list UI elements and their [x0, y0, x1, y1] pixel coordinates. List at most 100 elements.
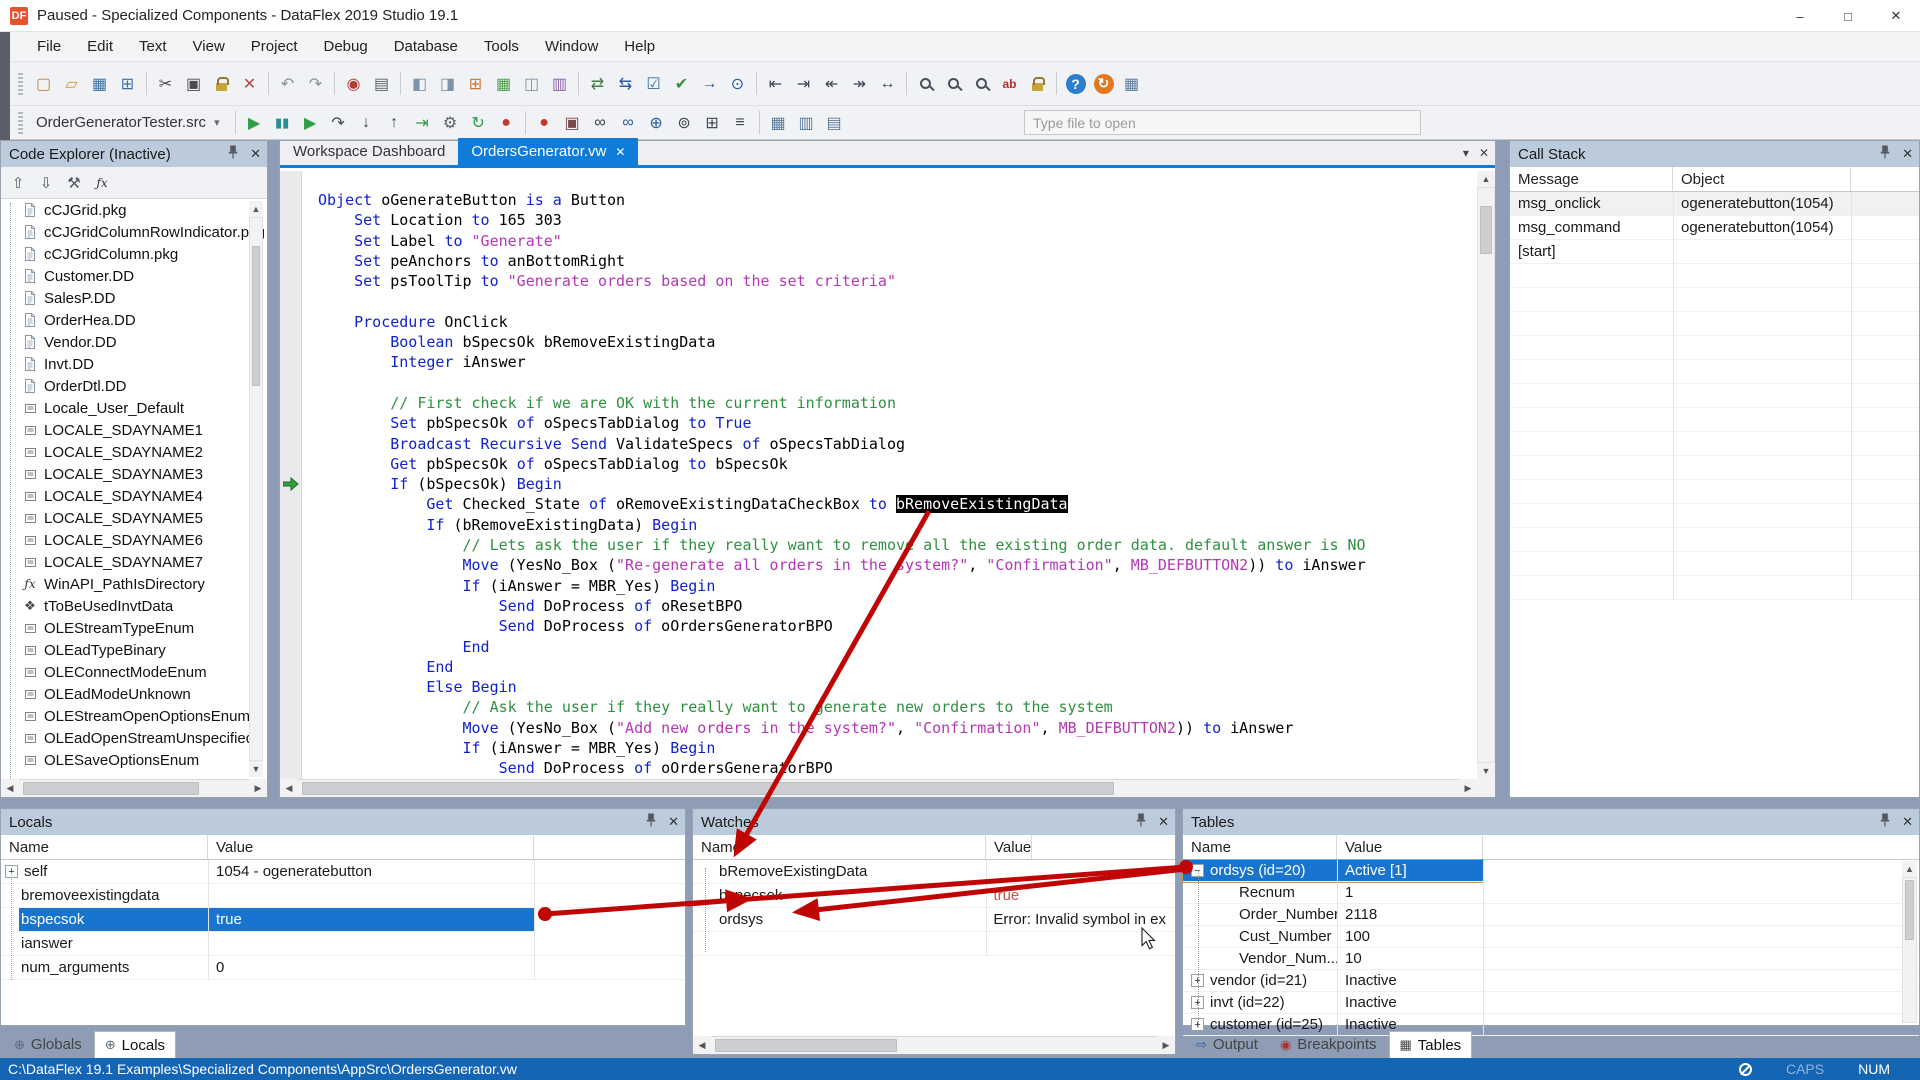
delete-icon[interactable]: ✕: [236, 71, 263, 97]
menu-database[interactable]: Database: [381, 32, 471, 62]
report-wizard-icon[interactable]: ▥: [546, 71, 573, 97]
tree-item[interactable]: OLEadTypeBinary: [1, 639, 267, 661]
table-row-ordsys-id-20-[interactable]: −ordsys (id=20)Active [1]: [1183, 860, 1483, 882]
output-tab-tables[interactable]: ▦Tables: [1389, 1031, 1473, 1058]
tree-item[interactable]: LOCALE_SDAYNAME3: [1, 463, 267, 485]
replace-icon[interactable]: [968, 71, 995, 97]
scroll-right-icon[interactable]: ▶: [249, 779, 267, 797]
locals-row-bspecsok[interactable]: bspecsoktrue: [19, 908, 534, 932]
run-icon[interactable]: ▶: [241, 110, 268, 136]
run-to-cursor-icon[interactable]: ⇥: [409, 110, 436, 136]
find-icon[interactable]: [912, 71, 939, 97]
close-icon[interactable]: ✕: [668, 814, 679, 830]
help-icon[interactable]: ?: [1062, 71, 1089, 97]
scroll-up-icon[interactable]: ▲: [249, 201, 263, 217]
table-row-Vendor-Num-[interactable]: Vendor_Num...10: [1183, 948, 1919, 970]
scrollbar-thumb[interactable]: [252, 246, 260, 386]
lock-file-icon[interactable]: [208, 71, 235, 97]
tree-item[interactable]: LOCALE_SDAYNAME1: [1, 419, 267, 441]
checkbox-control-icon[interactable]: ☑: [640, 71, 667, 97]
code-explorer-toolbar-icon[interactable]: ◨: [434, 71, 461, 97]
next-bookmark-icon[interactable]: ↠: [846, 71, 873, 97]
tab-close-icon[interactable]: ✕: [1479, 146, 1489, 160]
pin-icon[interactable]: [1136, 813, 1146, 831]
tree-item[interactable]: LOCALE_SDAYNAME7: [1, 551, 267, 573]
scrollbar-thumb[interactable]: [1480, 206, 1492, 254]
cut-icon[interactable]: ✂: [152, 71, 179, 97]
scroll-left-icon[interactable]: ◀: [280, 779, 298, 797]
watches-hscrollbar[interactable]: ◀▶: [693, 1036, 1175, 1054]
redo-icon[interactable]: ↷: [302, 71, 329, 97]
call-stack-row[interactable]: msg_onclickogeneratebutton(1054): [1510, 192, 1919, 216]
locals-row-ianswer[interactable]: ianswer: [1, 932, 685, 956]
code-explorer-header[interactable]: Code Explorer (Inactive) ✕: [1, 141, 267, 167]
step-out-icon[interactable]: ↑: [381, 110, 408, 136]
security-lock-icon[interactable]: [1024, 71, 1051, 97]
pause-icon[interactable]: ▮▮: [269, 110, 296, 136]
macro-record-icon[interactable]: ◉: [340, 71, 367, 97]
tree-item[interactable]: OLEStreamOpenOptionsEnum: [1, 705, 267, 727]
watches-header[interactable]: Watches ✕: [693, 809, 1175, 835]
web-object-icon[interactable]: ◫: [518, 71, 545, 97]
maximize-button[interactable]: □: [1824, 0, 1872, 32]
column-header-name[interactable]: Name: [1183, 835, 1337, 859]
tree-item[interactable]: Vendor.DD: [1, 331, 267, 353]
editor-hscrollbar[interactable]: ◀▶: [280, 779, 1477, 797]
tree-item[interactable]: LOCALE_SDAYNAME4: [1, 485, 267, 507]
restart-icon[interactable]: ↻: [465, 110, 492, 136]
export-source-icon[interactable]: →: [696, 71, 723, 97]
menu-tools[interactable]: Tools: [471, 32, 532, 62]
scrollbar-thumb[interactable]: [302, 782, 1114, 795]
tree-item[interactable]: OLESaveOptionsEnum: [1, 749, 267, 771]
editor-vscrollbar[interactable]: ▲▼: [1477, 171, 1495, 779]
current-project-selector[interactable]: OrderGeneratorTester.src▾: [30, 110, 230, 136]
locals-tab-globals[interactable]: ⊕Globals: [4, 1031, 92, 1058]
menu-view[interactable]: View: [180, 32, 238, 62]
output-tab-output[interactable]: ⇨Output: [1186, 1031, 1268, 1058]
new-file-icon[interactable]: ▢: [30, 71, 57, 97]
tree-item[interactable]: OLEConnectModeEnum: [1, 661, 267, 683]
column-header-value[interactable]: Value: [986, 835, 1032, 859]
methods-icon[interactable]: ⚒: [61, 171, 87, 195]
menu-help[interactable]: Help: [611, 32, 668, 62]
open-workspace-icon[interactable]: ▱: [58, 71, 85, 97]
step-next-icon[interactable]: ▶: [297, 110, 324, 136]
locals-row-self[interactable]: +self1054 - ogeneratebutton: [1, 860, 685, 884]
db-connect-icon[interactable]: ▤: [821, 110, 848, 136]
workspace-explorer-icon[interactable]: ◧: [406, 71, 433, 97]
globals-view-icon[interactable]: ⊕: [643, 110, 670, 136]
pin-icon[interactable]: [1880, 145, 1890, 163]
step-over-icon[interactable]: ↷: [325, 110, 352, 136]
step-into-icon[interactable]: ↓: [353, 110, 380, 136]
tree-item[interactable]: OrderHea.DD: [1, 309, 267, 331]
menu-edit[interactable]: Edit: [74, 32, 126, 62]
close-icon[interactable]: ✕: [1902, 146, 1913, 162]
find-symbol-icon[interactable]: ⊙: [724, 71, 751, 97]
clear-bookmarks-icon[interactable]: ↔: [874, 71, 901, 97]
object-browser-icon[interactable]: ⊚: [671, 110, 698, 136]
table-row-Cust-Number[interactable]: Cust_Number100: [1183, 926, 1919, 948]
table-row-Order-Number[interactable]: Order_Number2118: [1183, 904, 1919, 926]
tree-item[interactable]: OrderDtl.DD: [1, 375, 267, 397]
column-header-value[interactable]: Value: [1337, 835, 1483, 859]
data-dictionary-icon[interactable]: ▦: [490, 71, 517, 97]
column-header-name[interactable]: Name: [1, 835, 208, 859]
todo-check-icon[interactable]: ✔: [668, 71, 695, 97]
db-restructure-icon[interactable]: ▥: [793, 110, 820, 136]
order-grid-icon[interactable]: ⊞: [462, 71, 489, 97]
prev-error-icon[interactable]: ⇤: [762, 71, 789, 97]
pin-icon[interactable]: [228, 145, 238, 163]
save-icon[interactable]: ▦: [86, 71, 113, 97]
breakpoint-list-icon[interactable]: ▣: [559, 110, 586, 136]
column-header-message[interactable]: Message: [1510, 167, 1673, 191]
table-row-invt-id-22-[interactable]: +invt (id=22)Inactive: [1183, 992, 1919, 1014]
scroll-right-icon[interactable]: ▶: [1157, 1036, 1175, 1054]
tree-item[interactable]: OLEStreamTypeEnum: [1, 617, 267, 639]
tree-item[interactable]: ƒxWinAPI_PathIsDirectory: [1, 573, 267, 595]
locals-row-bremoveexistingdata[interactable]: bremoveexistingdata: [1, 884, 685, 908]
scroll-left-icon[interactable]: ◀: [1, 779, 19, 797]
copy-icon[interactable]: ▣: [180, 71, 207, 97]
next-error-icon[interactable]: ⇥: [790, 71, 817, 97]
toggle-breakpoint-icon[interactable]: ●: [531, 110, 558, 136]
code-text[interactable]: Object oGenerateButton is a Button Set L…: [303, 171, 1477, 779]
